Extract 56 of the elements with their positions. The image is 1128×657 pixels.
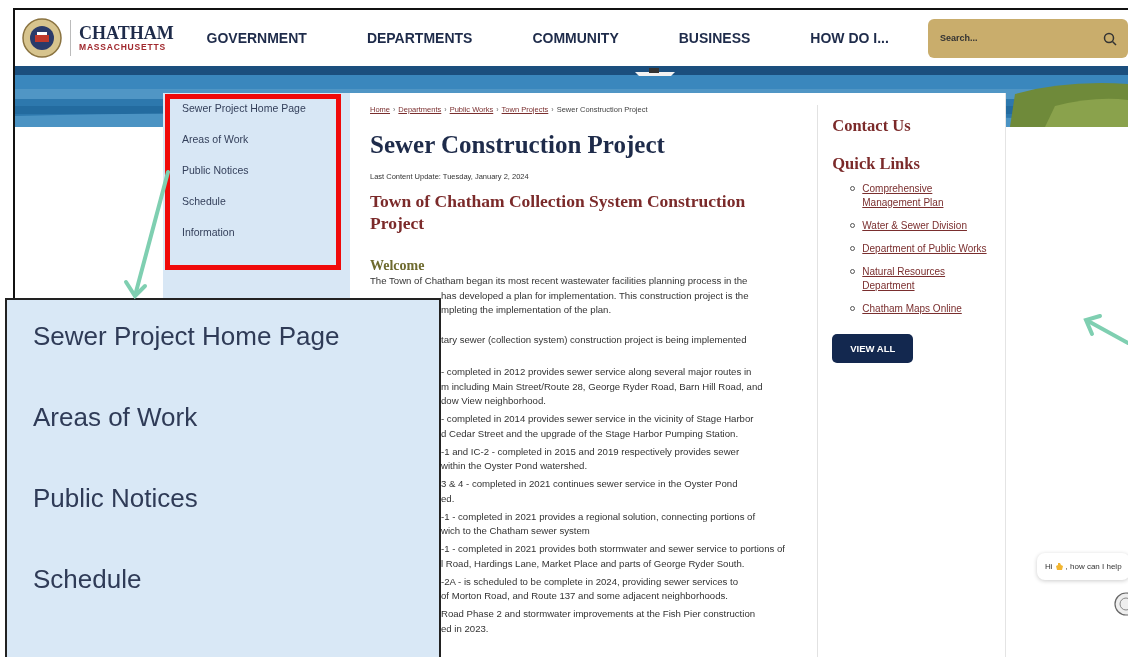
quick-link[interactable]: Department of Public Works bbox=[862, 242, 990, 256]
body-text: d Cedar Street and the upgrade of the Stage Harbor Pumping Station. bbox=[441, 426, 740, 441]
quick-link[interactable]: Chatham Maps Online bbox=[862, 302, 990, 316]
body-text: l Road, Hardings Lane, Market Place and parts of George Ryder South. bbox=[441, 556, 746, 571]
nav-link[interactable]: BUSINESS bbox=[678, 30, 751, 46]
side-nav-link[interactable]: Sewer Project Home Page bbox=[33, 322, 439, 350]
side-nav-link[interactable]: Schedule bbox=[182, 194, 350, 209]
body-text: -1 - completed in 2021 provides both stormwater and sewer service to portions of bbox=[441, 542, 786, 556]
side-nav-link[interactable]: Areas of Work bbox=[33, 403, 439, 431]
search-icon bbox=[1103, 31, 1117, 46]
side-nav-link[interactable]: Public Notices bbox=[33, 484, 439, 512]
body-text: 3 & 4 - completed in 2021 continues sewer service in the Oyster Pond bbox=[441, 477, 739, 491]
contact-heading[interactable]: Contact Us bbox=[832, 116, 1005, 136]
body-text: -1 and IC-2 - completed in 2015 and 2019 respectively provides sewer bbox=[441, 444, 741, 459]
body-text: m including Main Street/Route 28, George Ryder Road, Barn Hill Road, and bbox=[441, 379, 764, 394]
pointer-arrow bbox=[1083, 314, 1128, 345]
waving-hand-icon bbox=[1054, 562, 1064, 571]
site-subtitle: MASSACHUSETTS bbox=[79, 42, 167, 52]
nav-link[interactable]: HOW DO I... bbox=[810, 30, 889, 46]
nav-link[interactable]: GOVERNMENT bbox=[206, 30, 307, 46]
section-title: Town of Chatham Collection System Construction Project bbox=[370, 190, 747, 234]
body-text: ed. bbox=[441, 491, 456, 506]
body-text: ed in 2023. bbox=[441, 621, 490, 636]
quick-link[interactable]: Comprehensive Management Plan bbox=[862, 182, 990, 210]
chat-bubble[interactable]: Hi , how can I help bbox=[1037, 553, 1128, 580]
nav-link[interactable]: COMMUNITY bbox=[532, 30, 619, 46]
site-name[interactable]: CHATHAM bbox=[79, 24, 174, 42]
town-seal-logo[interactable] bbox=[22, 18, 62, 58]
quick-link[interactable]: Natural Resources Department bbox=[862, 265, 990, 293]
body-text: - completed in 2014 provides sewer service in the vicinity of Stage Harbor bbox=[441, 412, 755, 426]
body-text: within the Oyster Pond watershed. bbox=[441, 459, 589, 473]
body-text: - completed in 2012 provides sewer service along several major routes in bbox=[441, 365, 753, 379]
search-field[interactable]: Search... bbox=[928, 18, 1128, 58]
chat-message: , how can I help bbox=[1065, 562, 1122, 571]
side-nav-link[interactable]: Public Notices bbox=[182, 163, 350, 178]
view-all-button[interactable]: VIEW ALL bbox=[832, 334, 914, 363]
side-nav-link[interactable]: Schedule bbox=[33, 565, 439, 593]
body-text: of Morton Road, and Route 137 and some adjacent neighborhoods. bbox=[441, 589, 729, 603]
quick-link[interactable]: Water & Sewer Division bbox=[862, 219, 990, 233]
chat-greeting: Hi bbox=[1045, 562, 1053, 571]
side-nav-link[interactable]: Sewer Project Home Page bbox=[182, 101, 350, 116]
body-text: mpleting the implementation of the plan. bbox=[441, 303, 613, 317]
body-text: wich to the Chatham sewer system bbox=[441, 524, 591, 538]
quick-links-heading: Quick Links bbox=[832, 154, 921, 174]
body-text: dow View neighborhood. bbox=[441, 394, 547, 408]
body-text: Road Phase 2 and stormwater improvements at the Fish Pier construction bbox=[441, 607, 757, 621]
body-text: -1 - completed in 2021 provides a regional solution, connecting portions of bbox=[441, 509, 757, 524]
body-text: has developed a plan for implementation. This construction project is the bbox=[441, 288, 750, 303]
side-nav-link[interactable]: Areas of Work bbox=[182, 132, 350, 147]
body-text: The Town of Chatham began its most recent wastewater facilities planning process in the bbox=[370, 274, 749, 288]
page-title: Sewer Construction Project bbox=[370, 131, 666, 159]
side-nav-link[interactable]: Information bbox=[182, 225, 350, 240]
nav-link[interactable]: DEPARTMENTS bbox=[366, 30, 473, 46]
body-text: -2A - is scheduled to be complete in 2024, providing sewer services to bbox=[441, 574, 740, 589]
welcome-heading: Welcome bbox=[370, 258, 426, 274]
body-text: tary sewer (collection system) construction project is being implemented bbox=[441, 333, 748, 347]
